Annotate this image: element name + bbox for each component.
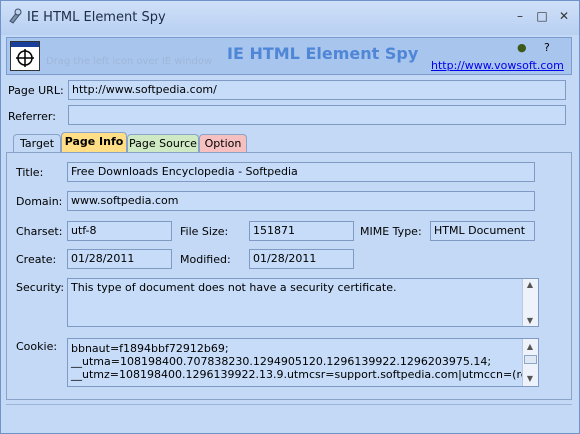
vowsoft-link[interactable]: http://www.vowsoft.com [431,59,564,72]
help-button[interactable]: ? [544,41,550,54]
app-name-heading: IE HTML Element Spy [227,44,419,63]
security-textarea[interactable]: This type of document does not have a se… [67,278,539,327]
charset-field[interactable]: utf-8 [67,221,172,241]
filesize-field[interactable]: 151871 [249,221,354,241]
modified-field[interactable]: 01/28/2011 [249,249,354,269]
modified-label: Modified: [180,253,231,266]
pin-icon[interactable]: ● [517,41,527,54]
create-label: Create: [16,253,57,266]
security-label: Security: [16,281,65,294]
title-label: Title: [16,166,44,179]
cookie-scrollbar[interactable]: ▲ ▼ [522,339,538,386]
target-drag-icon[interactable] [10,41,40,71]
mime-field[interactable]: HTML Document [430,221,535,241]
cookie-label: Cookie: [16,340,58,353]
header-panel: Drag the left icon over IE window IE HTM… [6,37,572,75]
page-url-field[interactable]: http://www.softpedia.com/ [68,80,566,100]
close-button[interactable]: ✕ [555,8,573,24]
tab-page-source[interactable]: Page Source [127,134,199,153]
title-field[interactable]: Free Downloads Encyclopedia - Softpedia [67,162,535,182]
page-url-label: Page URL: [8,84,64,97]
referrer-label: Referrer: [8,110,56,123]
scroll-up-icon[interactable]: ▲ [525,340,535,353]
tab-target[interactable]: Target [13,134,61,153]
create-field[interactable]: 01/28/2011 [67,249,172,269]
status-area [6,404,572,429]
minimize-button[interactable]: – [511,8,529,24]
scroll-up-icon[interactable]: ▲ [525,280,535,289]
spy-app-icon [9,8,22,24]
tab-option[interactable]: Option [199,134,247,153]
cookie-line: bbnaut=f1894bbf72912b69; [71,342,229,355]
referrer-field[interactable] [68,105,566,125]
title-bar[interactable]: IE HTML Element Spy – □ ✕ [1,1,579,35]
scroll-thumb[interactable] [524,355,537,364]
drag-hint: Drag the left icon over IE window [46,56,213,67]
maximize-button[interactable]: □ [533,8,551,24]
domain-label: Domain: [16,195,63,208]
crosshair-icon [11,42,39,67]
security-text: This type of document does not have a se… [71,281,397,294]
app-window: IE HTML Element Spy – □ ✕ Drag the left … [0,0,580,434]
tab-page-info[interactable]: Page Info [61,132,127,153]
cookie-line: __utma=108198400.707838230.1294905120.12… [71,355,492,368]
cookie-line: __utmz=108198400.1296139922.13.9.utmcsr=… [71,368,539,381]
mime-label: MIME Type: [360,225,422,238]
cookie-textarea[interactable]: bbnaut=f1894bbf72912b69; __utma=10819840… [67,338,539,387]
window-title: IE HTML Element Spy [27,10,166,25]
security-scrollbar[interactable]: ▲ ▼ [522,279,538,326]
charset-label: Charset: [16,225,63,238]
filesize-label: File Size: [180,225,229,238]
domain-field[interactable]: www.softpedia.com [67,191,535,211]
scroll-down-icon[interactable]: ▼ [525,316,535,325]
scroll-down-icon[interactable]: ▼ [525,372,535,385]
